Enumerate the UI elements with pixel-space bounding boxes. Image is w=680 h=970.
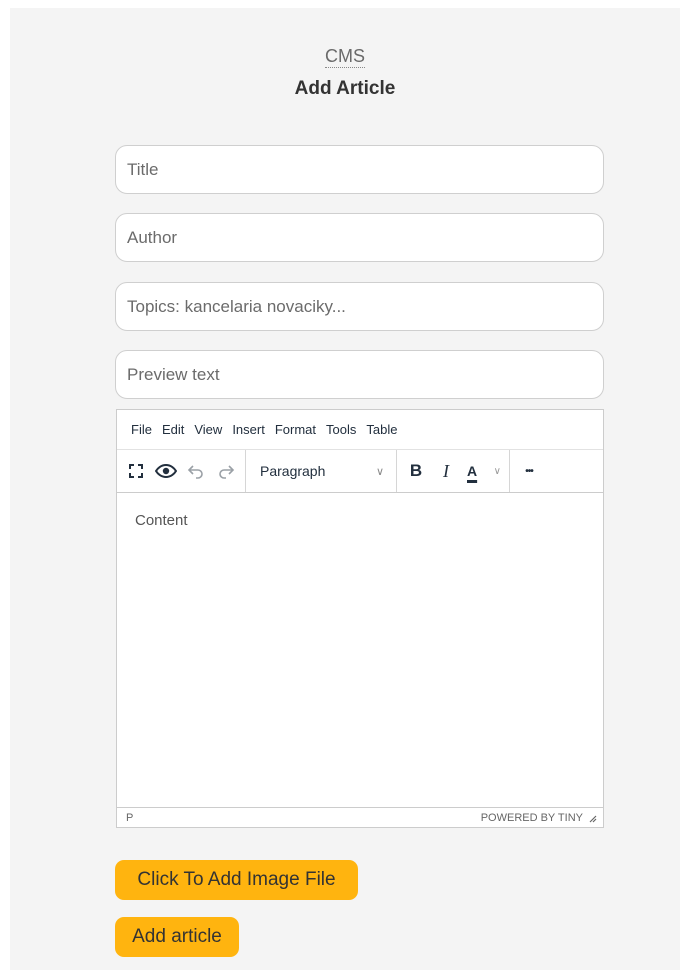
text-color-icon: A	[467, 463, 478, 479]
text-color-button[interactable]: A ∨	[461, 456, 505, 486]
powered-by-link[interactable]: POWERED BY TINY	[481, 812, 583, 824]
more-icon: •••	[525, 465, 533, 477]
menu-view[interactable]: View	[189, 422, 227, 437]
menu-insert[interactable]: Insert	[227, 422, 270, 437]
brand-link[interactable]: CMS	[325, 46, 365, 68]
undo-button[interactable]	[181, 456, 211, 486]
menu-file[interactable]: File	[126, 422, 157, 437]
block-format-select[interactable]: Paragraph ∨	[250, 456, 392, 486]
menu-format[interactable]: Format	[270, 422, 321, 437]
element-path[interactable]: P	[126, 812, 133, 824]
page-container: CMS Add Article File Edit View Insert Fo…	[10, 8, 680, 970]
fullscreen-icon	[129, 464, 143, 478]
block-format-value: Paragraph	[260, 463, 326, 479]
undo-icon	[187, 465, 203, 479]
chevron-down-icon: ∨	[375, 465, 384, 478]
more-button[interactable]: •••	[514, 456, 544, 486]
add-article-button[interactable]: Add article	[115, 917, 239, 957]
redo-icon	[219, 465, 235, 479]
toolbar-separator	[396, 450, 397, 492]
fullscreen-button[interactable]	[121, 456, 151, 486]
toolbar-separator	[245, 450, 246, 492]
add-image-button[interactable]: Click To Add Image File	[115, 860, 358, 900]
editor-statusbar: P POWERED BY TINY	[117, 807, 603, 827]
editor-toolbar: Paragraph ∨ B I A ∨ •••	[117, 450, 603, 493]
bold-button[interactable]: B	[401, 456, 431, 486]
brand-link-wrapper: CMS	[10, 46, 680, 68]
page-title: Add Article	[294, 78, 396, 99]
editor-menubar: File Edit View Insert Format Tools Table	[117, 410, 603, 450]
content-placeholder: Content	[135, 512, 188, 529]
redo-button[interactable]	[211, 456, 241, 486]
rich-text-editor: File Edit View Insert Format Tools Table	[116, 409, 604, 828]
eye-icon	[155, 463, 177, 479]
editor-content-area[interactable]: Content	[117, 493, 603, 807]
author-input[interactable]	[115, 213, 604, 262]
preview-text-input[interactable]	[115, 350, 604, 399]
chevron-down-icon: ∨	[493, 465, 501, 477]
menu-edit[interactable]: Edit	[157, 422, 189, 437]
title-input[interactable]	[115, 145, 604, 194]
topics-input[interactable]	[115, 282, 604, 331]
resize-handle-icon[interactable]	[587, 813, 597, 823]
italic-button[interactable]: I	[431, 456, 461, 486]
toolbar-separator	[509, 450, 510, 492]
menu-table[interactable]: Table	[361, 422, 402, 437]
menu-tools[interactable]: Tools	[321, 422, 361, 437]
statusbar-right: POWERED BY TINY	[481, 812, 597, 824]
preview-button[interactable]	[151, 456, 181, 486]
